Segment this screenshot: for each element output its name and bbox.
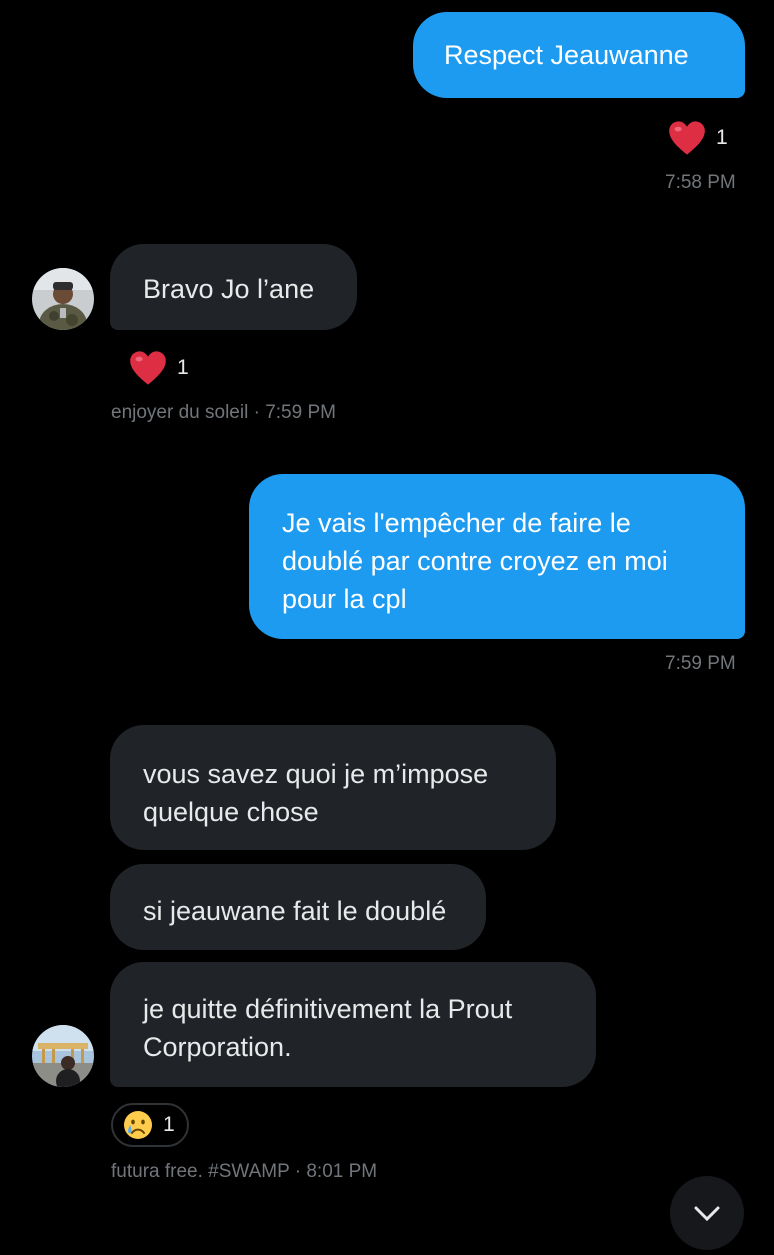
message-timestamp: 7:58 PM <box>665 172 736 193</box>
reaction-count: 1 <box>177 356 189 379</box>
message-line: je quitte définitivement la Prout <box>143 994 513 1024</box>
message-bubble-incoming[interactable]: vous savez quoi je m’impose quelque chos… <box>110 725 556 850</box>
message-line: Je vais l'empêcher de faire le <box>282 508 631 538</box>
reaction-heart[interactable]: 1 <box>129 350 189 386</box>
sender-and-timestamp: futura free. #SWAMP · 8:01 PM <box>111 1161 378 1182</box>
message-bubble-incoming[interactable]: Bravo Jo l’ane <box>110 244 357 330</box>
message-bubble-incoming[interactable]: je quitte définitivement la Prout Corpor… <box>110 962 596 1087</box>
scroll-to-bottom-button[interactable] <box>670 1176 744 1250</box>
message-line: vous savez quoi je m’impose <box>143 759 489 789</box>
message-text: Bravo Jo l’ane <box>143 274 315 304</box>
message-bubble-outgoing[interactable]: Je vais l'empêcher de faire le doublé pa… <box>249 474 745 639</box>
message-line: pour la cpl <box>282 584 407 614</box>
crying-face-icon <box>124 1111 152 1139</box>
message-text: Respect Jeauwanne <box>444 40 689 70</box>
reaction-count: 1 <box>716 126 728 149</box>
reaction-crying[interactable]: 1 <box>111 1103 189 1147</box>
reaction-heart[interactable]: 1 <box>668 120 728 156</box>
reaction-count: 1 <box>163 1113 175 1136</box>
heart-icon <box>669 121 705 155</box>
heart-icon <box>130 351 166 385</box>
sender-and-timestamp: enjoyer du soleil · 7:59 PM <box>111 402 336 423</box>
message-line: doublé par contre croyez en moi <box>282 546 668 576</box>
user-avatar[interactable] <box>32 268 94 330</box>
message-timestamp: 7:59 PM <box>665 653 736 674</box>
message-line: quelque chose <box>143 797 319 827</box>
user-avatar[interactable] <box>32 1025 94 1087</box>
message-line: Corporation. <box>143 1032 292 1062</box>
chevron-down-icon <box>694 1206 720 1222</box>
message-text: si jeauwane fait le doublé <box>143 896 447 926</box>
message-bubble-outgoing[interactable]: Respect Jeauwanne <box>413 12 745 98</box>
message-bubble-incoming[interactable]: si jeauwane fait le doublé <box>110 864 486 950</box>
